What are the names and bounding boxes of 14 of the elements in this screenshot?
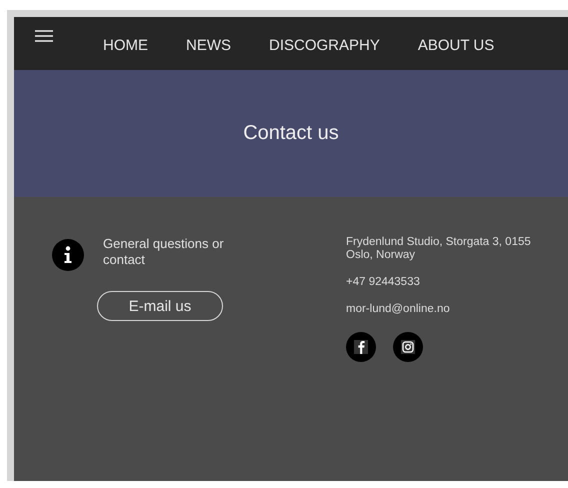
contact-text: General questions or contact [103,236,225,268]
page-title: Contact us [243,122,339,145]
info-icon [52,239,84,271]
email-text: mor-lund@online.no [346,303,451,316]
instagram-icon[interactable] [393,332,423,362]
nav-link[interactable]: NEWS [186,36,231,54]
facebook-icon[interactable] [346,332,376,362]
nav-link[interactable]: HOME [103,36,148,54]
menu-icon[interactable] [35,30,53,42]
phone-text: +47 92443533 [346,276,421,289]
address-text: Frydenlund Studio, Storgata 3, 0155 Oslo, Norway [346,236,532,262]
nav-link[interactable]: DISCOGRAPHY [269,36,380,54]
nav-link[interactable]: ABOUT US [418,36,494,54]
email-button[interactable]: E-mail us [97,291,223,321]
